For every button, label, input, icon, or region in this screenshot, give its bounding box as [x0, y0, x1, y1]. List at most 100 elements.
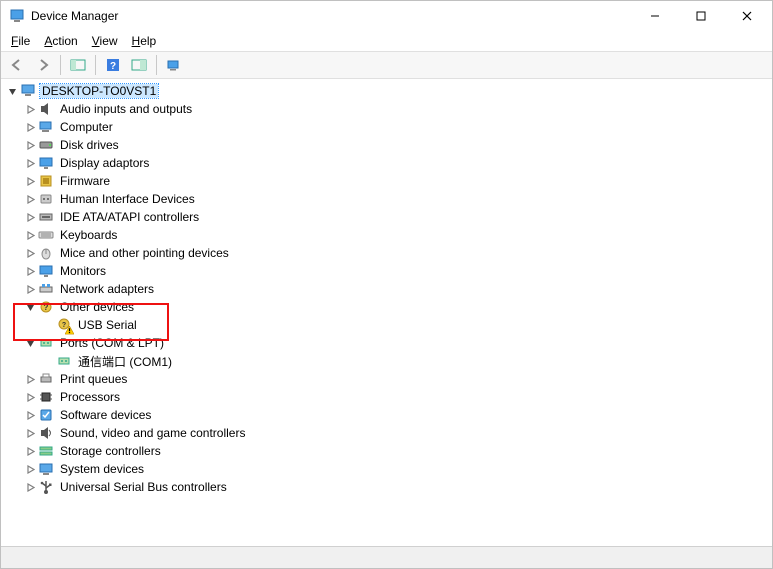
tree-node[interactable]: Computer [1, 118, 772, 136]
tree-node-label: Universal Serial Bus controllers [58, 480, 229, 494]
tree-node-child[interactable]: 通信端口 (COM1) [1, 352, 772, 370]
menubar: File Action View Help [1, 31, 772, 51]
expand-toggle[interactable] [23, 390, 37, 404]
expand-toggle[interactable] [23, 426, 37, 440]
tree-node[interactable]: ? Other devices [1, 298, 772, 316]
expand-toggle[interactable] [23, 264, 37, 278]
expand-toggle[interactable] [23, 462, 37, 476]
tree-node-label: Print queues [58, 372, 129, 386]
expand-toggle[interactable] [23, 408, 37, 422]
tree-node-label: Sound, video and game controllers [58, 426, 247, 440]
ide-icon [38, 209, 54, 225]
tree-node[interactable]: Storage controllers [1, 442, 772, 460]
tree-node-label: Mice and other pointing devices [58, 246, 231, 260]
tree-node[interactable]: Network adapters [1, 280, 772, 298]
expand-toggle[interactable] [23, 174, 37, 188]
display-icon [38, 155, 54, 171]
tree-node[interactable]: Audio inputs and outputs [1, 100, 772, 118]
expand-toggle[interactable] [5, 84, 19, 98]
tree-node[interactable]: Human Interface Devices [1, 190, 772, 208]
tree-node-label: Keyboards [58, 228, 119, 242]
titlebar: Device Manager [1, 1, 772, 31]
expand-toggle[interactable] [23, 102, 37, 116]
tree-node-label: Other devices [58, 300, 136, 314]
tree-root[interactable]: DESKTOP-TO0VST1 [1, 82, 772, 100]
keyboard-icon [38, 227, 54, 243]
port-icon [56, 353, 72, 369]
system-icon [38, 461, 54, 477]
tree-node[interactable]: Ports (COM & LPT) [1, 334, 772, 352]
tree-node-label: Disk drives [58, 138, 121, 152]
sound-icon [38, 425, 54, 441]
expand-toggle[interactable] [23, 210, 37, 224]
tree-node[interactable]: Firmware [1, 172, 772, 190]
expand-toggle[interactable] [23, 120, 37, 134]
toolbar-separator [60, 55, 61, 75]
toolbar-properties-button[interactable] [127, 54, 151, 76]
tree-node-label: Software devices [58, 408, 153, 422]
tree-node[interactable]: Processors [1, 388, 772, 406]
disk-icon [38, 137, 54, 153]
tree-node-label: DESKTOP-TO0VST1 [40, 84, 158, 98]
expand-toggle[interactable] [23, 336, 37, 350]
menu-view[interactable]: View [86, 33, 124, 49]
tree-node[interactable]: Software devices [1, 406, 772, 424]
expand-toggle[interactable] [23, 156, 37, 170]
expand-toggle[interactable] [23, 282, 37, 296]
expand-toggle[interactable] [23, 372, 37, 386]
tree-node[interactable]: IDE ATA/ATAPI controllers [1, 208, 772, 226]
firmware-icon [38, 173, 54, 189]
toolbar-back-button[interactable] [5, 54, 29, 76]
storage-icon [38, 443, 54, 459]
printer-icon [38, 371, 54, 387]
toolbar-scan-button[interactable] [162, 54, 186, 76]
expand-toggle[interactable] [23, 444, 37, 458]
app-icon [9, 8, 25, 24]
other-icon: ? [38, 299, 54, 315]
menu-action[interactable]: Action [38, 33, 83, 49]
tree-node-label: Human Interface Devices [58, 192, 197, 206]
window-title: Device Manager [31, 9, 118, 23]
tree-node[interactable]: Keyboards [1, 226, 772, 244]
svg-text:?: ? [44, 303, 49, 312]
network-icon [38, 281, 54, 297]
tree-node-label: Storage controllers [58, 444, 163, 458]
tree-node-label: Firmware [58, 174, 112, 188]
tree-node-label: Audio inputs and outputs [58, 102, 194, 116]
menu-file[interactable]: File [5, 33, 36, 49]
mouse-icon [38, 245, 54, 261]
expand-toggle[interactable] [23, 480, 37, 494]
tree-node-child[interactable]: ? USB Serial [1, 316, 772, 334]
expand-toggle[interactable] [23, 138, 37, 152]
expand-toggle[interactable] [23, 246, 37, 260]
expand-toggle[interactable] [23, 228, 37, 242]
tree-node[interactable]: Disk drives [1, 136, 772, 154]
toolbar-help-button[interactable]: ? [101, 54, 125, 76]
close-button[interactable] [724, 1, 770, 31]
expand-toggle[interactable] [23, 192, 37, 206]
expand-toggle[interactable] [23, 300, 37, 314]
svg-text:?: ? [110, 61, 116, 72]
usb-icon [38, 479, 54, 495]
tree-node[interactable]: Sound, video and game controllers [1, 424, 772, 442]
tree-node-label: System devices [58, 462, 146, 476]
device-tree[interactable]: DESKTOP-TO0VST1 Audio inputs and outputs… [1, 80, 772, 545]
tree-node[interactable]: System devices [1, 460, 772, 478]
tree-node-label: IDE ATA/ATAPI controllers [58, 210, 201, 224]
tree-node[interactable]: Print queues [1, 370, 772, 388]
maximize-button[interactable] [678, 1, 724, 31]
tree-node[interactable]: Mice and other pointing devices [1, 244, 772, 262]
toolbar: ? [1, 51, 772, 79]
minimize-button[interactable] [632, 1, 678, 31]
tree-node-label: Computer [58, 120, 115, 134]
statusbar [1, 546, 772, 568]
toolbar-forward-button[interactable] [31, 54, 55, 76]
tree-node[interactable]: Display adaptors [1, 154, 772, 172]
tree-node-label: Monitors [58, 264, 108, 278]
menu-help[interactable]: Help [126, 33, 163, 49]
monitor-icon [38, 263, 54, 279]
toolbar-showhide-button[interactable] [66, 54, 90, 76]
tree-node[interactable]: Monitors [1, 262, 772, 280]
tree-node[interactable]: Universal Serial Bus controllers [1, 478, 772, 496]
tree-node-label: Ports (COM & LPT) [58, 336, 166, 350]
